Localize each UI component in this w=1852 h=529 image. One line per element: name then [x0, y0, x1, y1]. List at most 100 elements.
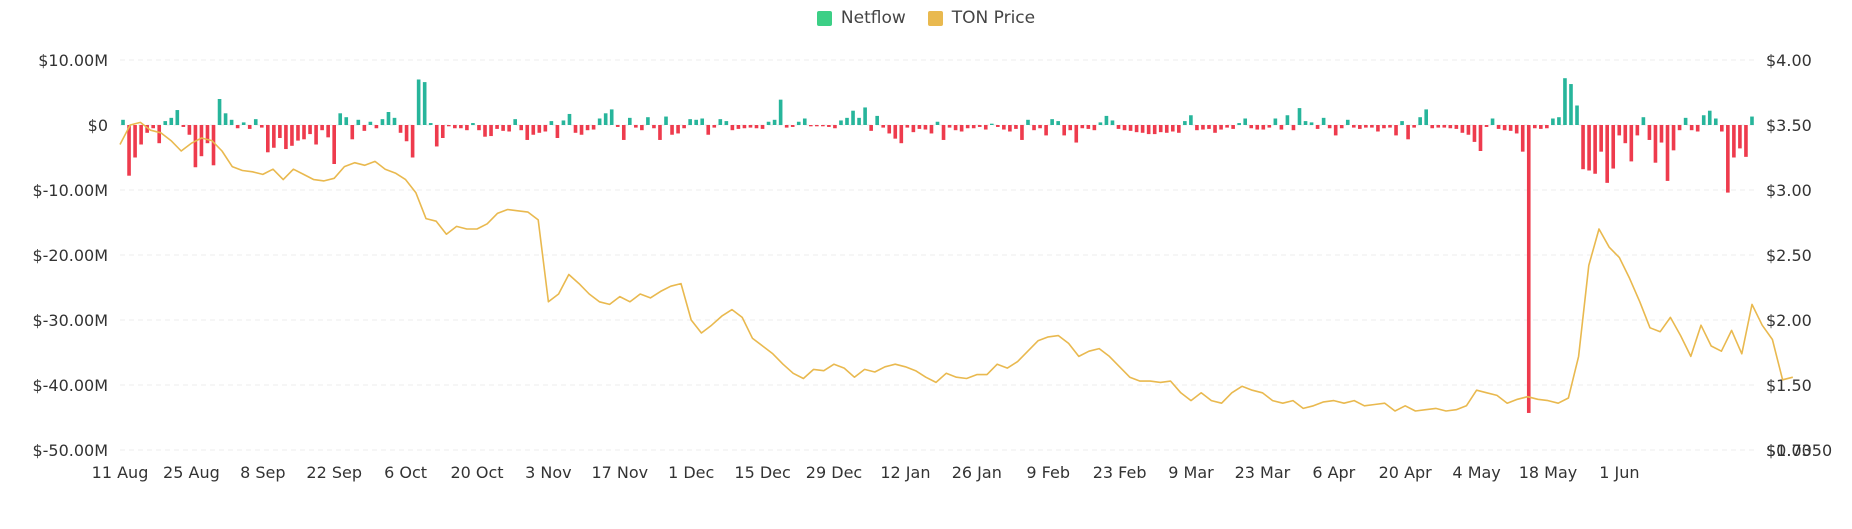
netflow-bar	[1062, 125, 1067, 136]
y-left-tick-label: $-30.00M	[32, 311, 108, 330]
netflow-bar	[1599, 125, 1603, 152]
netflow-bar	[284, 125, 288, 150]
y-left-tick-label: $-40.00M	[32, 376, 108, 395]
netflow-bar	[754, 125, 759, 129]
netflow-bar	[1080, 125, 1085, 129]
netflow-bar	[941, 125, 946, 140]
netflow-bar	[796, 121, 801, 125]
netflow-bar	[223, 113, 228, 125]
netflow-bar	[1170, 125, 1175, 132]
netflow-bar	[887, 125, 892, 134]
x-tick-label: 22 Sep	[306, 463, 362, 482]
netflow-bar	[760, 125, 765, 129]
netflow-bar	[1484, 125, 1489, 127]
legend-swatch-ton-price	[927, 10, 943, 26]
netflow-bar	[917, 125, 922, 129]
netflow-bar	[821, 125, 825, 127]
x-tick-label: 4 May	[1452, 463, 1500, 482]
netflow-bar	[1183, 121, 1187, 125]
netflow-bar	[259, 125, 264, 128]
netflow-bar	[1472, 125, 1477, 142]
netflow-bar	[1291, 125, 1296, 131]
netflow-bar	[1641, 117, 1646, 125]
netflow-bar	[1152, 125, 1157, 135]
netflow-bar	[597, 118, 602, 125]
netflow-bar	[163, 121, 168, 125]
netflow-bar	[175, 110, 180, 125]
netflow-bar	[845, 117, 849, 125]
plot-area: $10.00M $0 $-10.00M $-20.00M $-30.00M $-40.00…	[32, 51, 1832, 482]
netflow-bar	[591, 125, 596, 130]
netflow-bar	[1424, 109, 1428, 125]
netflow-bar	[416, 79, 421, 125]
netflow-bar	[1207, 125, 1211, 129]
netflow-bar	[447, 125, 451, 127]
netflow-bar	[1110, 120, 1115, 125]
netflow-bar	[802, 118, 807, 125]
netflow-bar	[1683, 117, 1688, 125]
x-tick-label: 9 Mar	[1168, 463, 1214, 482]
netflow-bar	[501, 125, 505, 131]
netflow-bar	[1309, 122, 1314, 125]
netflow-bar	[1659, 125, 1664, 143]
netflow-bar	[688, 119, 692, 125]
chart-legend: Netflow TON Price	[0, 8, 1852, 28]
netflow-bar	[1563, 78, 1567, 125]
netflow-bar	[459, 125, 463, 129]
netflow-bar	[929, 125, 934, 134]
x-tick-label: 8 Sep	[240, 463, 285, 482]
legend-item-ton-price[interactable]: TON Price	[927, 8, 1036, 28]
netflow-bar	[1195, 125, 1199, 131]
netflow-bar	[386, 112, 391, 125]
netflow-bar	[1243, 118, 1248, 125]
netflow-bar	[977, 125, 982, 127]
netflow-bar	[1701, 115, 1706, 125]
netflow-bar	[507, 125, 511, 132]
netflow-bar	[247, 125, 252, 129]
legend-item-netflow[interactable]: Netflow	[816, 8, 906, 28]
y-right-tick-label: $3.50	[1766, 116, 1812, 135]
netflow-bar	[1140, 125, 1145, 133]
x-tick-label: 29 Dec	[806, 463, 862, 482]
netflow-bar	[1713, 118, 1718, 125]
y-right-tick-label: $4.00	[1766, 51, 1812, 70]
netflow-bar	[1038, 125, 1042, 129]
netflow-bar	[1339, 125, 1344, 129]
netflow-bar	[1297, 108, 1302, 125]
netflow-bar	[1279, 125, 1284, 130]
netflow-bar	[133, 125, 137, 158]
netflow-bar	[670, 125, 674, 135]
x-tick-label: 9 Feb	[1026, 463, 1070, 482]
netflow-bar	[652, 125, 656, 129]
netflow-bar	[808, 125, 813, 127]
netflow-bar	[1460, 125, 1465, 133]
netflow-bar	[543, 125, 548, 132]
netflow-bar	[1635, 125, 1640, 136]
netflow-bar	[784, 125, 789, 128]
netflow-bar	[609, 109, 614, 125]
netflow-bar	[1056, 121, 1060, 125]
netflow-bar	[440, 125, 445, 138]
netflow-bar	[1605, 125, 1609, 183]
netflow-bar	[199, 125, 204, 157]
netflow-bar	[700, 118, 705, 125]
netflow-bar	[603, 113, 608, 125]
y-left-tick-label: $10.00M	[38, 51, 108, 70]
netflow-bar	[1050, 119, 1054, 125]
netflow-bar	[1255, 125, 1260, 130]
netflow-bar	[1400, 121, 1404, 125]
netflow-bar	[1388, 125, 1392, 128]
netflow-bar	[1611, 125, 1616, 169]
netflow-bar	[296, 125, 300, 141]
netflow-bar	[1177, 125, 1181, 133]
netflow-bar	[959, 125, 964, 132]
netflow-bar	[549, 121, 554, 125]
netflow-bar	[1629, 125, 1634, 162]
legend-label-ton-price: TON Price	[951, 8, 1036, 28]
netflow-bar	[483, 125, 487, 137]
netflow-bar	[905, 125, 910, 128]
netflow-bar	[193, 125, 198, 168]
netflow-bar	[561, 120, 566, 125]
netflow-bar	[899, 125, 904, 144]
netflow-bar	[1496, 125, 1501, 129]
